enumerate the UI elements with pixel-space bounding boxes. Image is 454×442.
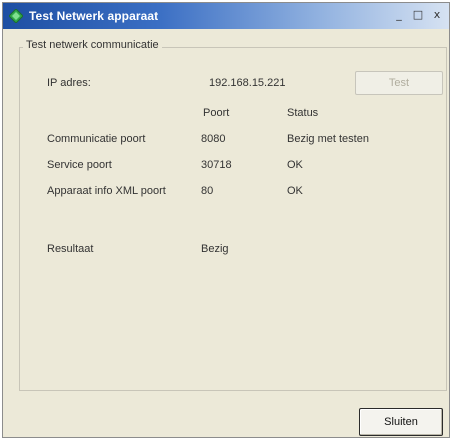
device-info-xml-port-value: 80 — [201, 185, 214, 197]
groupbox-legend: Test netwerk communicatie — [23, 39, 162, 51]
ip-address-value: 192.168.15.221 — [209, 77, 286, 89]
service-port-status: OK — [287, 159, 303, 171]
close-button[interactable]: Sluiten — [359, 408, 443, 436]
minimize-button[interactable]: _ — [391, 7, 407, 23]
device-info-xml-port-status: OK — [287, 185, 303, 197]
communication-port-status: Bezig met testen — [287, 133, 369, 145]
result-label: Resultaat — [47, 243, 94, 255]
window-title: Test Netwerk apparaat — [29, 9, 159, 23]
communication-port-label: Communicatie poort — [47, 133, 146, 145]
green-diamond-icon — [8, 8, 24, 24]
service-port-label: Service poort — [47, 159, 112, 171]
maximize-button[interactable]: □ — [410, 7, 426, 23]
device-info-xml-port-label: Apparaat info XML poort — [47, 185, 166, 197]
title-bar[interactable]: Test Netwerk apparaat _ □ x — [3, 3, 449, 29]
close-window-button[interactable]: x — [429, 7, 445, 23]
port-column-header: Poort — [203, 107, 230, 119]
communication-port-value: 8080 — [201, 133, 226, 145]
test-network-device-window: Test Netwerk apparaat _ □ x Test netwerk… — [2, 2, 450, 438]
test-button[interactable]: Test — [355, 71, 443, 95]
service-port-value: 30718 — [201, 159, 232, 171]
ip-address-label: IP adres: — [47, 77, 91, 89]
status-column-header: Status — [287, 107, 319, 119]
window-controls: _ □ x — [391, 7, 445, 25]
network-test-groupbox — [19, 47, 447, 391]
result-value: Bezig — [201, 243, 229, 255]
